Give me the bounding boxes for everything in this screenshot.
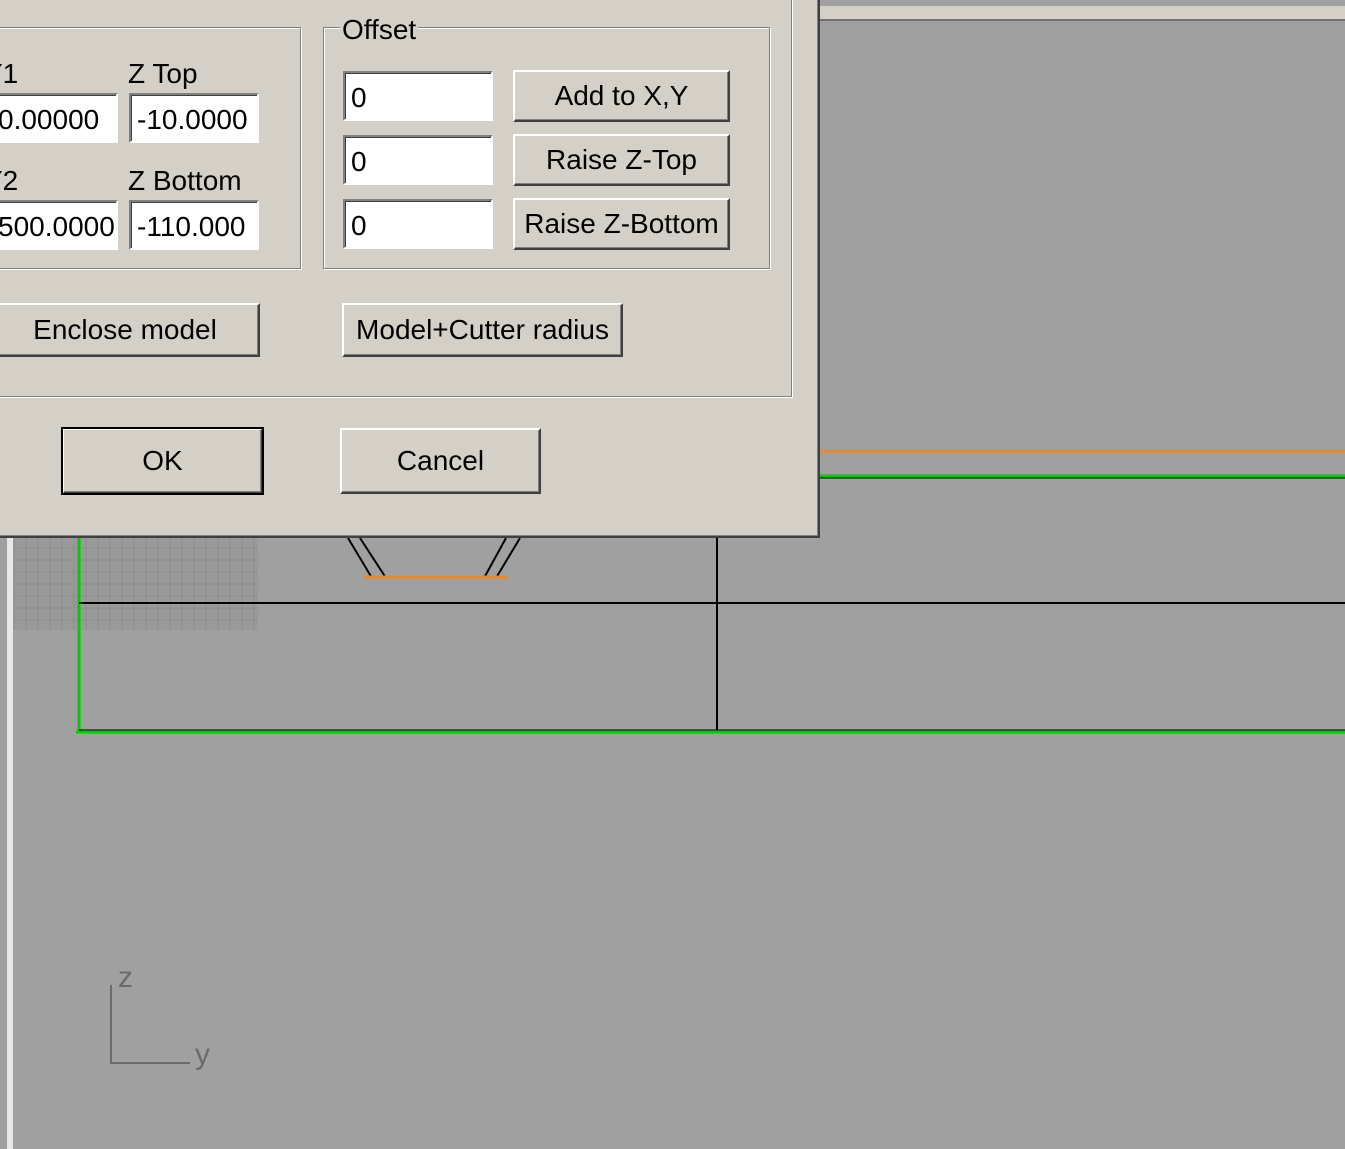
offset-ztop-field[interactable]: 0 (343, 135, 493, 185)
enclose-model-button[interactable]: Enclose model (0, 303, 260, 357)
viewport-top-frame (818, 6, 1345, 20)
cancel-button[interactable]: Cancel (340, 428, 541, 494)
offset-zbottom-field[interactable]: 0 (343, 199, 493, 249)
y1-label: Y1 (0, 58, 19, 89)
add-to-xy-button[interactable]: Add to X,Y (513, 70, 730, 122)
bounding-box-dialog: Y1 Z Top 0.00000 -10.0000 Y2 Z Bottom 50… (0, 0, 820, 538)
ok-button[interactable]: OK (61, 427, 264, 495)
y1-field[interactable]: 0.00000 (0, 93, 118, 143)
zbottom-label: Z Bottom (128, 165, 242, 196)
axis-z-label: z (118, 961, 133, 994)
ztop-field[interactable]: -10.0000 (129, 93, 259, 143)
model-cutter-radius-button[interactable]: Model+Cutter radius (342, 303, 623, 357)
cutter-shape (347, 537, 521, 579)
zbottom-field[interactable]: -110.000 (129, 200, 259, 250)
offset-legend: Offset (340, 14, 419, 46)
grid-patch (14, 536, 258, 630)
axis-indicator (110, 985, 190, 1064)
raise-ztop-button[interactable]: Raise Z-Top (513, 134, 730, 186)
offset-xy-field[interactable]: 0 (343, 71, 493, 121)
ztop-label: Z Top (128, 58, 198, 89)
y2-field[interactable]: 500.0000 (0, 200, 118, 250)
y2-label: Y2 (0, 165, 19, 196)
raise-zbottom-button[interactable]: Raise Z-Bottom (513, 198, 730, 250)
axis-y-label: y (195, 1038, 210, 1071)
